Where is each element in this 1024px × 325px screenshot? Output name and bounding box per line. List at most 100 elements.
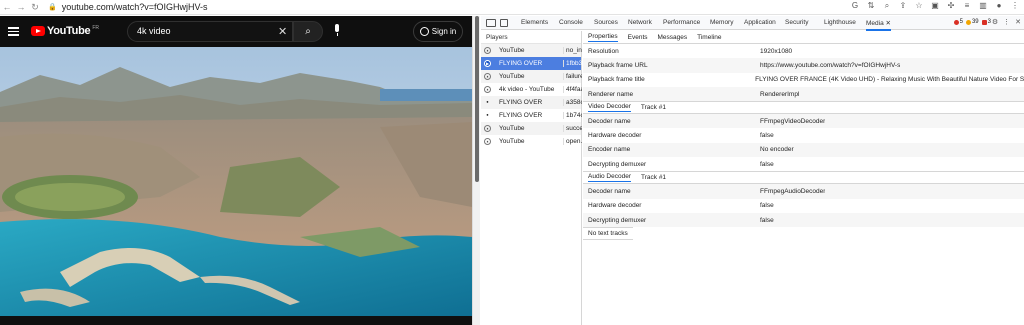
address-url[interactable]: youtube.com/watch?v=fOIGHwjHV-s: [62, 2, 208, 12]
player-name: YouTube: [499, 73, 525, 80]
tab-security[interactable]: Security: [785, 19, 808, 26]
more-icon[interactable]: ⋮: [1010, 1, 1020, 11]
tab-audio-decoder[interactable]: Audio Decoder: [588, 173, 631, 183]
tab-video-track-1[interactable]: Track #1: [641, 104, 666, 111]
property-row: Resolution 1920x1080: [583, 44, 1024, 58]
address-bar[interactable]: 🔒 youtube.com/watch?v=fOIGHwjHV-s: [48, 2, 208, 12]
player-row[interactable]: ● FLYING OVER a358c1: [481, 96, 582, 109]
player-row[interactable]: ⏸ YouTube failure: [481, 70, 582, 83]
settings-gear-icon[interactable]: ⚙: [992, 18, 998, 26]
player-dot-icon: ●: [486, 112, 489, 117]
player-name: FLYING OVER: [499, 99, 543, 106]
players-header: Players: [481, 31, 581, 44]
devtools-tabbar: Elements Console Sources Network Perform…: [481, 16, 1024, 31]
search-icon: ⌕: [305, 26, 311, 37]
warning-count-text: 39: [971, 19, 979, 25]
warning-icon: [965, 19, 971, 25]
reload-icon[interactable]: ↻: [28, 2, 42, 13]
microphone-icon[interactable]: [333, 24, 341, 36]
player-row[interactable]: ⏸ YouTube no_inp: [481, 44, 582, 57]
hamburger-menu-icon[interactable]: [8, 27, 19, 36]
player-name: YouTube: [499, 138, 525, 145]
player-row[interactable]: ⏸ YouTube open.m: [481, 135, 582, 148]
inspect-element-icon[interactable]: [486, 19, 496, 27]
player-id: open.m: [563, 138, 582, 145]
player-row[interactable]: ● FLYING OVER 1b74c7: [481, 109, 582, 122]
scrollbar-thumb[interactable]: [475, 16, 479, 182]
players-list: Players ⏸ YouTube no_inp ▶ FLYING OVER 1fbb3…: [481, 31, 582, 325]
tab-application[interactable]: Application: [744, 19, 776, 26]
clear-search-icon[interactable]: ✕: [278, 25, 287, 38]
issue-badges[interactable]: 5 39 3: [953, 19, 991, 25]
property-row: Decrypting demuxer false: [583, 212, 1024, 228]
audio-decoder-tabs: Audio Decoder Track #1: [583, 171, 1024, 185]
country-code: FR: [92, 25, 99, 31]
forward-icon[interactable]: →: [14, 2, 28, 12]
property-row: Encoder name No encoder: [583, 142, 1024, 158]
player-name: 4k video - YouTube: [499, 86, 555, 93]
player-status-icon: ⏸: [484, 73, 491, 80]
lock-icon: 🔒: [48, 4, 57, 11]
share-icon[interactable]: ⇪: [898, 1, 908, 11]
tab-performance[interactable]: Performance: [663, 19, 700, 26]
player-id: no_inp: [563, 47, 582, 54]
more-options-icon[interactable]: ⋮: [1003, 18, 1010, 26]
video-player[interactable]: [0, 47, 472, 316]
subtab-events[interactable]: Events: [628, 34, 648, 41]
youtube-header: YouTube FR 4k video ✕ ⌕ Sign in: [0, 16, 472, 47]
player-status-icon: ⏸: [484, 125, 491, 132]
player-status-icon: ⏸: [484, 86, 491, 93]
tab-video-decoder[interactable]: Video Decoder: [588, 103, 631, 113]
error-count-text: 5: [959, 19, 963, 25]
tab-sources[interactable]: Sources: [594, 19, 618, 26]
property-key: Encoder name: [588, 146, 631, 154]
tab-media[interactable]: Media ✕: [866, 19, 891, 31]
extension-icon[interactable]: ▣: [930, 1, 940, 11]
tab-search-icon[interactable]: ≡: [962, 1, 972, 11]
page-scrollbar[interactable]: [472, 16, 480, 325]
tab-network[interactable]: Network: [628, 19, 652, 26]
bookmark-star-icon[interactable]: ☆: [914, 1, 924, 11]
sign-in-button[interactable]: Sign in: [413, 21, 463, 42]
search-button[interactable]: ⌕: [293, 21, 323, 42]
player-row[interactable]: ⏸ 4k video - YouTube 4f4faa: [481, 83, 582, 96]
warning-count[interactable]: 39: [965, 19, 979, 25]
close-devtools-icon[interactable]: ✕: [1015, 18, 1021, 26]
youtube-footer-strip: [0, 316, 472, 325]
device-toolbar-icon[interactable]: [500, 19, 508, 27]
tab-lighthouse[interactable]: Lighthouse: [824, 19, 856, 26]
extensions-puzzle-icon[interactable]: ✣: [946, 1, 956, 11]
property-value: false: [760, 202, 774, 210]
subtab-timeline[interactable]: Timeline: [697, 34, 721, 41]
property-row: Hardware decoder false: [583, 199, 1024, 213]
player-name: FLYING OVER: [499, 112, 543, 119]
close-tab-icon[interactable]: ✕: [886, 20, 891, 27]
error-count[interactable]: 5: [953, 19, 963, 25]
player-id: succes: [563, 125, 582, 132]
tab-elements[interactable]: Elements: [521, 19, 548, 26]
back-icon[interactable]: ←: [0, 2, 14, 12]
profile-icon[interactable]: ●: [994, 1, 1004, 11]
no-text-tracks-label: No text tracks: [583, 227, 633, 241]
player-row[interactable]: ⏸ YouTube succes: [481, 122, 582, 135]
google-icon[interactable]: G: [850, 1, 860, 11]
subtab-properties[interactable]: Properties: [588, 33, 618, 42]
property-value: RendererImpl: [760, 90, 800, 98]
zoom-icon[interactable]: ⌕: [882, 1, 892, 11]
side-panel-icon[interactable]: ▥: [978, 1, 988, 11]
tab-console[interactable]: Console: [559, 19, 583, 26]
subtab-messages[interactable]: Messages: [658, 34, 688, 41]
user-icon: [419, 27, 429, 36]
info-count[interactable]: 3: [981, 19, 991, 25]
property-key: Playback frame URL: [588, 61, 648, 69]
tab-memory[interactable]: Memory: [710, 19, 733, 26]
sign-in-label: Sign in: [431, 27, 457, 36]
translate-icon[interactable]: ⇅: [866, 1, 876, 11]
property-row: Decoder name FFmpegVideoDecoder: [583, 114, 1024, 129]
property-key: Hardware decoder: [588, 202, 642, 210]
player-row-selected[interactable]: ▶ FLYING OVER 1fbb32: [481, 57, 582, 70]
tab-audio-track-1[interactable]: Track #1: [641, 174, 666, 181]
youtube-logo[interactable]: YouTube FR: [31, 25, 99, 37]
search-input[interactable]: 4k video: [127, 21, 293, 42]
player-id: failure: [563, 73, 582, 80]
